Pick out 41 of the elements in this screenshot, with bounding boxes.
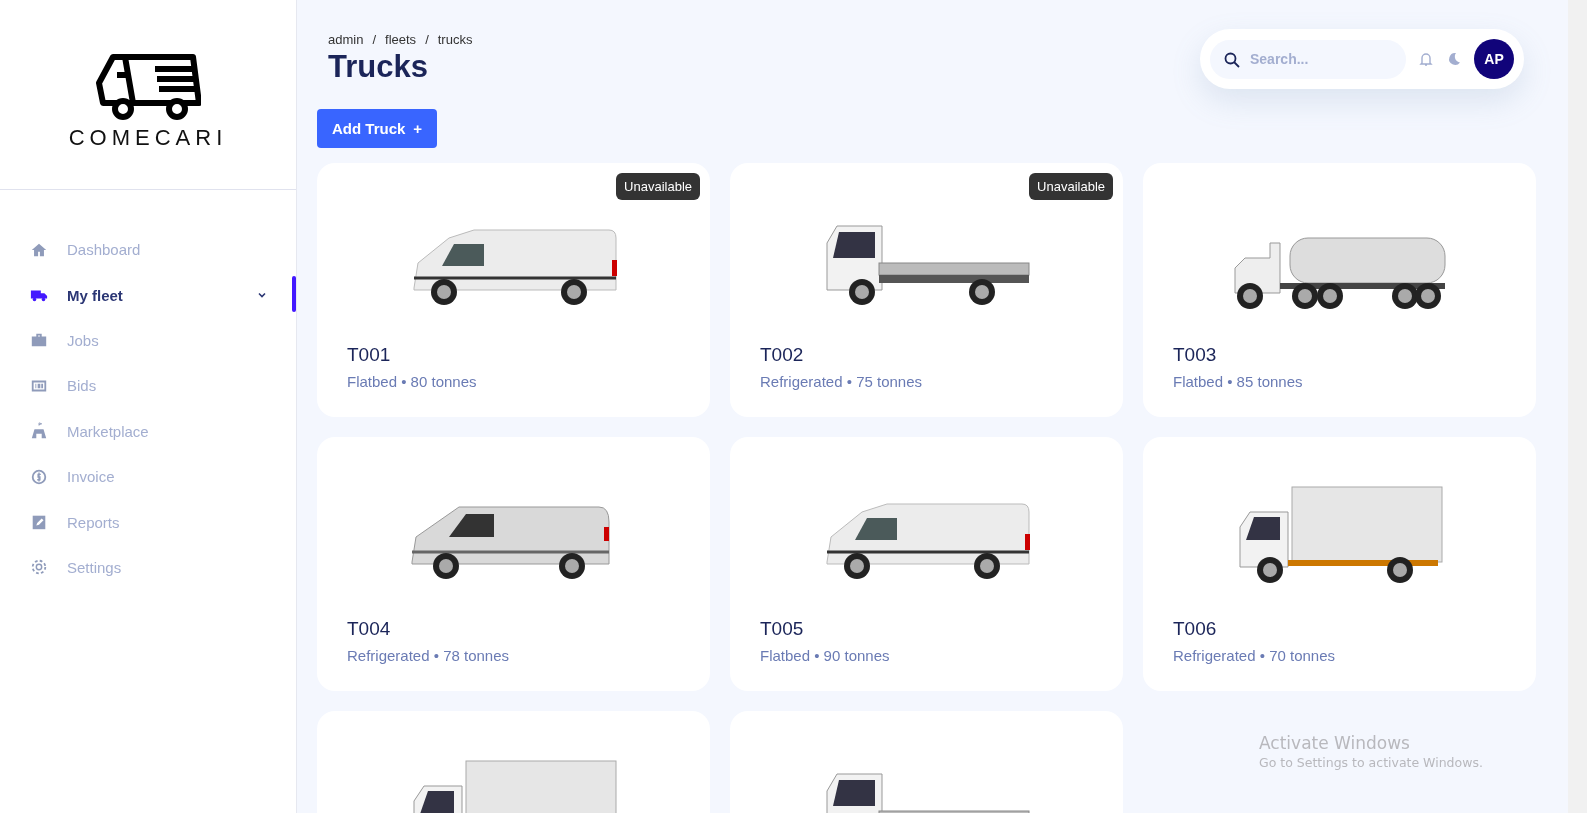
truck-id: T005 (760, 618, 805, 640)
truck-details: Flatbed • 85 tonnes (1173, 373, 1304, 390)
nav-icon (30, 467, 48, 486)
brand-name: COMECARI (68, 124, 228, 151)
status-badge: Unavailable (616, 173, 700, 200)
truck-id: T004 (347, 618, 392, 640)
status-badge: Unavailable (1029, 173, 1113, 200)
activation-title: Activate Windows (1259, 733, 1411, 753)
bell-icon[interactable] (1418, 51, 1434, 67)
truck-details: Flatbed • 80 tonnes (347, 373, 478, 390)
truck-card[interactable]: T006 Refrigerated • 70 tonnes (1143, 437, 1536, 691)
nav-icon (30, 558, 48, 577)
truck-details: Flatbed • 90 tonnes (760, 647, 891, 664)
truck-id: T002 (760, 344, 805, 366)
breadcrumb-link[interactable]: admin (328, 32, 364, 47)
breadcrumb-link[interactable]: trucks (437, 32, 473, 47)
truck-details: Refrigerated • 70 tonnes (1173, 647, 1337, 664)
truck-id: T006 (1173, 618, 1218, 640)
truck-card[interactable]: T004 Refrigerated • 78 tonnes (317, 437, 710, 691)
truck-card[interactable]: Unavailable T002 Refrigerated • 75 tonnes (730, 163, 1123, 417)
breadcrumb-separator: / (372, 32, 377, 47)
search-icon (1224, 51, 1240, 68)
sidebar-item[interactable]: My fleet (0, 272, 296, 318)
truck-card[interactable]: T003 Flatbed • 85 tonnes (1143, 163, 1536, 417)
truck-card[interactable]: T005 Flatbed • 90 tonnes (730, 437, 1123, 691)
truck-card[interactable]: Unavailable T001 Flatbed • 80 tonnes (317, 163, 710, 417)
breadcrumb-link[interactable]: fleets (385, 32, 417, 47)
page-title: Trucks (328, 49, 429, 85)
add-truck-button[interactable]: Add Truck + (317, 109, 438, 148)
activation-text: Go to Settings to activate Windows. (1259, 755, 1483, 770)
truck-details: Refrigerated • 75 tonnes (760, 373, 924, 390)
truck-details: Refrigerated • 78 tonnes (347, 647, 511, 664)
truck-id: T001 (347, 344, 392, 366)
breadcrumb-separator: / (425, 32, 429, 47)
search-field[interactable]: Search... (1210, 39, 1406, 79)
moon-icon[interactable] (1446, 51, 1462, 67)
active-indicator (292, 276, 296, 313)
nav-icon (30, 513, 48, 532)
truck-id: T003 (1173, 344, 1218, 366)
user-avatar[interactable]: AP (1474, 39, 1514, 79)
nav-icon (30, 422, 48, 441)
